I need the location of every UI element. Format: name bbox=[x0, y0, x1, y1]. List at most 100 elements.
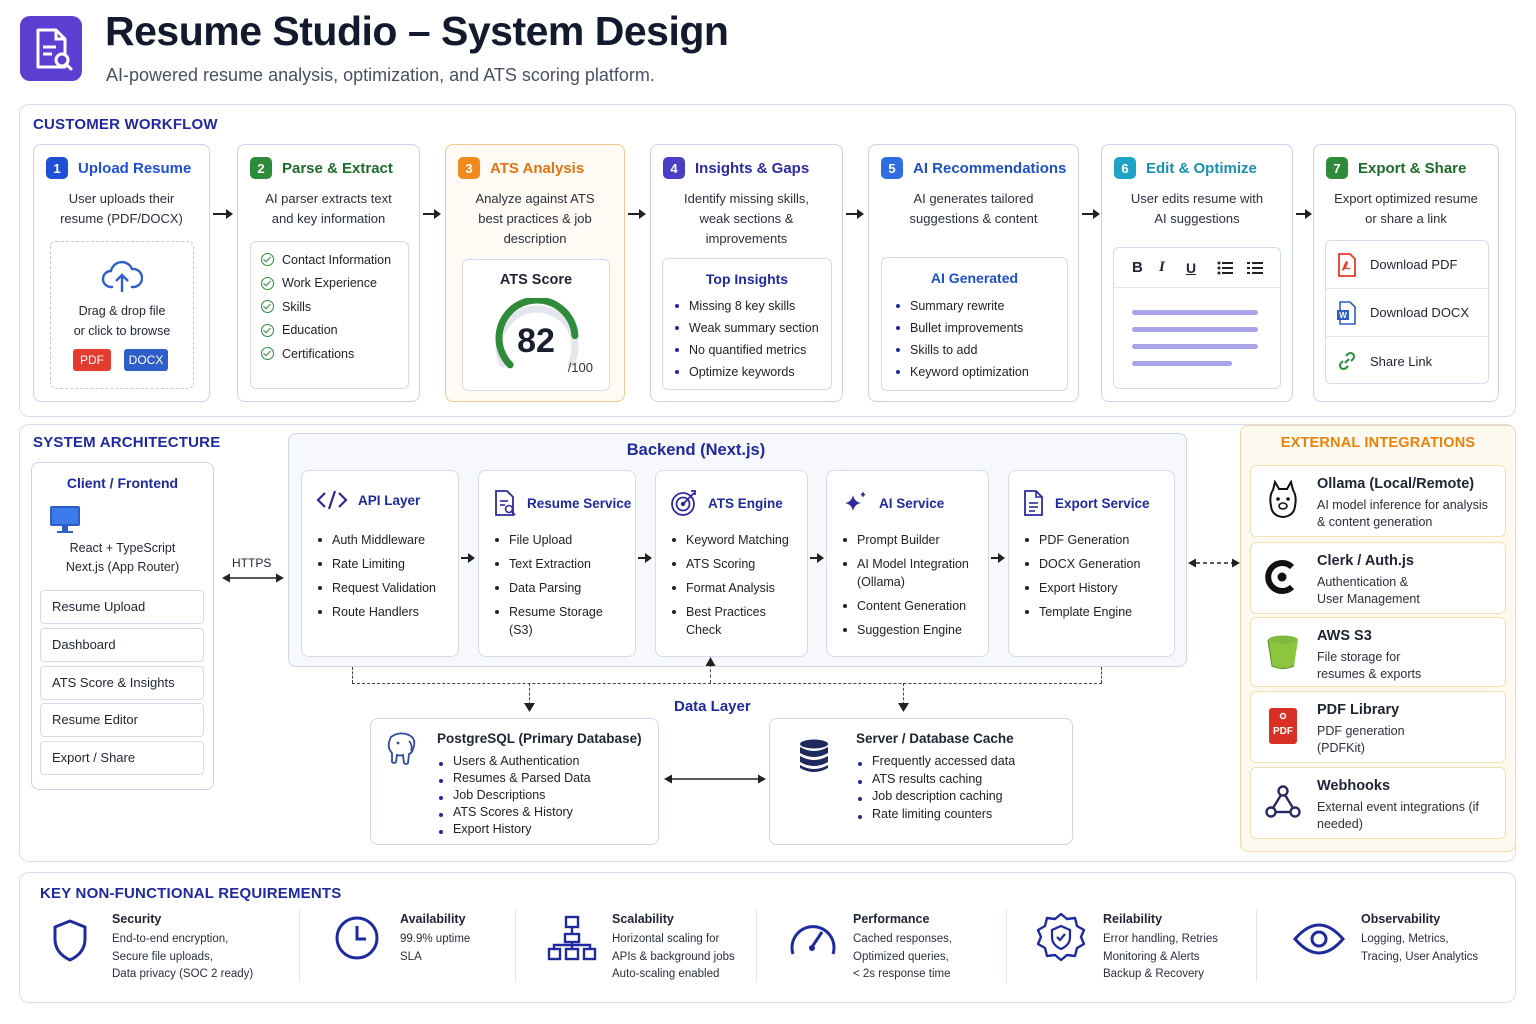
export-options: Download PDF W Download DOCX Share Link bbox=[1325, 240, 1489, 384]
flow-arrow bbox=[846, 209, 864, 219]
client-nav-resume-editor[interactable]: Resume Editor bbox=[40, 703, 204, 737]
step-export-share: 7 Export & Share Export optimized resume … bbox=[1313, 144, 1499, 402]
resume-editor-preview: B I U bbox=[1113, 247, 1281, 389]
down-arrowhead bbox=[898, 703, 909, 712]
nfr-performance: Performance Cached responses, Optimized q… bbox=[853, 912, 953, 980]
bold-button[interactable]: B bbox=[1132, 259, 1159, 276]
hierarchy-icon bbox=[547, 915, 597, 961]
share-link-button[interactable]: Share Link bbox=[1326, 337, 1488, 385]
monitor-icon bbox=[50, 506, 80, 533]
step-description: Identify missing skills, weak sections &… bbox=[684, 191, 809, 246]
editor-text-line bbox=[1132, 310, 1258, 315]
workflow-section-title: CUSTOMER WORKFLOW bbox=[33, 116, 218, 133]
check-circle-icon bbox=[261, 300, 274, 314]
download-docx-label: Download DOCX bbox=[1370, 305, 1469, 320]
step-title: AI Recommendations bbox=[913, 159, 1067, 177]
page-subtitle: AI-powered resume analysis, optimization… bbox=[106, 65, 655, 85]
download-pdf-button[interactable]: Download PDF bbox=[1326, 241, 1488, 289]
flow-arrow bbox=[461, 553, 475, 563]
integration-aws-s3: AWS S3 File storage for resumes & export… bbox=[1250, 617, 1506, 687]
pdf-file-icon: PDF bbox=[1269, 708, 1297, 744]
step-description: User edits resume with AI suggestions bbox=[1130, 191, 1264, 226]
nfr-reliability: Reilability Error handling, Retries Monit… bbox=[1103, 912, 1219, 980]
step-number: 6 bbox=[1114, 157, 1136, 179]
numbered-list-icon[interactable] bbox=[1247, 261, 1263, 275]
word-file-icon: W bbox=[1337, 300, 1356, 325]
step-parse-extract: 2 Parse & Extract AI parser extracts text… bbox=[237, 144, 420, 402]
checklist-item: Work Experience bbox=[261, 272, 398, 296]
nfr-security: Security End-to-end encryption, Secure fi… bbox=[112, 912, 254, 980]
integration-desc: External event integrations (if needed) bbox=[1317, 800, 1479, 831]
bidirectional-arrow bbox=[664, 774, 766, 784]
step-ai-recommendations: 5 AI Recommendations AI generates tailore… bbox=[868, 144, 1079, 402]
ai-generated-title: AI Generated bbox=[930, 270, 1019, 286]
ats-engine-service: ATS Engine Keyword Matching ATS Scoring Fo… bbox=[655, 470, 808, 657]
speedometer-icon bbox=[790, 925, 836, 955]
connector-line bbox=[1101, 667, 1102, 683]
svg-text:W: W bbox=[1339, 311, 1347, 320]
checklist-item: Certifications bbox=[261, 342, 398, 366]
divider bbox=[1256, 910, 1257, 982]
step-title: ATS Analysis bbox=[490, 159, 585, 177]
connector-line bbox=[352, 667, 353, 683]
editor-text-line bbox=[1132, 327, 1258, 332]
shield-icon bbox=[53, 919, 87, 962]
step-insights-gaps: 4 Insights & Gaps Identify missing skills… bbox=[650, 144, 843, 402]
clerk-icon bbox=[1265, 560, 1295, 594]
step-number: 5 bbox=[881, 157, 903, 179]
step-title: Edit & Optimize bbox=[1146, 159, 1257, 177]
ai-generated-item: Keyword optimization bbox=[894, 361, 1029, 383]
dropzone-hint: or click to browse bbox=[73, 324, 171, 338]
nfr-section-title: KEY NON-FUNCTIONAL REQUIREMENTS bbox=[40, 885, 342, 902]
upload-dropzone[interactable]: Drag & drop file or click to browse PDF … bbox=[50, 241, 194, 389]
service-title: API Layer bbox=[358, 492, 421, 508]
divider bbox=[756, 910, 757, 982]
client-nav-dashboard[interactable]: Dashboard bbox=[40, 628, 204, 662]
integration-desc: File storage for resumes & exports bbox=[1317, 650, 1422, 681]
flow-arrow bbox=[638, 553, 652, 563]
flow-arrow bbox=[1296, 209, 1312, 219]
ats-score-card: ATS Score 82 /100 bbox=[462, 259, 610, 391]
underline-button[interactable]: U bbox=[1186, 260, 1217, 276]
insights-title: Top Insights bbox=[705, 271, 789, 287]
step-number: 4 bbox=[663, 157, 685, 179]
dropzone-text: Drag & drop file bbox=[78, 304, 166, 318]
eye-icon bbox=[1293, 923, 1345, 955]
document-search-icon bbox=[36, 28, 73, 71]
database-stack-icon bbox=[800, 739, 828, 772]
data-layer-title: Data Layer bbox=[674, 698, 751, 715]
download-docx-button[interactable]: W Download DOCX bbox=[1326, 289, 1488, 337]
step-number: 2 bbox=[250, 157, 272, 179]
integration-title: Webhooks bbox=[1317, 778, 1391, 794]
step-title: Export & Share bbox=[1358, 159, 1467, 177]
client-nav-export-share[interactable]: Export / Share bbox=[40, 741, 204, 775]
service-title: AI Service bbox=[879, 495, 945, 511]
document-search-icon bbox=[495, 490, 516, 516]
client-nav-ats-score[interactable]: ATS Score & Insights bbox=[40, 666, 204, 700]
ai-service: AI Service Prompt Builder AI Model Integr… bbox=[826, 470, 989, 657]
backend-title: Backend (Next.js) bbox=[626, 441, 766, 459]
integration-ollama: Ollama (Local/Remote) AI model inference… bbox=[1250, 465, 1506, 537]
flow-arrow bbox=[991, 553, 1005, 563]
client-nav-resume-upload[interactable]: Resume Upload bbox=[40, 590, 204, 624]
share-link-label: Share Link bbox=[1370, 353, 1433, 369]
step-upload-resume: 1 Upload Resume User uploads their resume… bbox=[33, 144, 210, 402]
clock-icon bbox=[335, 916, 379, 960]
pdf-file-icon bbox=[1338, 252, 1356, 277]
integration-title: Clerk / Auth.js bbox=[1317, 553, 1414, 569]
link-icon bbox=[1338, 351, 1356, 371]
italic-button[interactable]: I bbox=[1159, 259, 1186, 276]
editor-toolbar: B I U bbox=[1114, 248, 1280, 288]
integration-desc: PDF generation (PDFKit) bbox=[1317, 724, 1405, 755]
integrations-title: EXTERNAL INTEGRATIONS bbox=[1280, 435, 1476, 451]
bulleted-list-icon[interactable] bbox=[1217, 261, 1233, 275]
checklist-item: Education bbox=[261, 319, 398, 343]
ai-generated-card: AI Generated Summary rewrite Bullet impr… bbox=[881, 257, 1068, 391]
download-pdf-label: Download PDF bbox=[1370, 257, 1458, 272]
service-title: ATS Engine bbox=[708, 495, 783, 511]
up-arrowhead bbox=[705, 657, 716, 666]
nfr-scalability: Scalability Horizontal scaling for APIs &… bbox=[612, 912, 735, 980]
cache-card: Server / Database Cache Frequently acces… bbox=[769, 718, 1073, 845]
step-title: Insights & Gaps bbox=[695, 159, 810, 177]
step-number: 7 bbox=[1326, 157, 1348, 179]
